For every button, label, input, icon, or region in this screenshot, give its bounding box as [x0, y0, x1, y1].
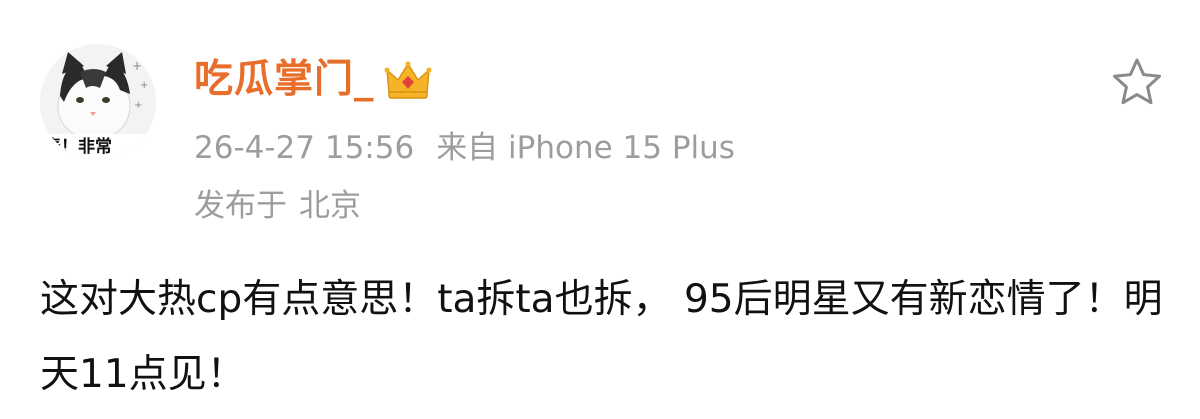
avatar[interactable]: + + + 表！非常 — [40, 44, 156, 160]
weibo-post: + + + 表！非常 吃瓜掌门_ 26-4-27 15:56 来自 iPhone … — [0, 0, 1200, 419]
star-icon[interactable] — [1110, 56, 1164, 108]
svg-text:+: + — [134, 100, 142, 111]
location-prefix: 发布于 — [194, 188, 287, 224]
post-meta: 26-4-27 15:56 来自 iPhone 15 Plus — [194, 128, 735, 168]
svg-text:+: + — [140, 80, 148, 91]
post-timestamp: 26-4-27 15:56 — [194, 130, 415, 166]
post-source: 来自 iPhone 15 Plus — [436, 130, 735, 166]
post-location: 发布于 北京 — [194, 186, 361, 226]
avatar-caption: 表！非常 — [44, 137, 112, 157]
svg-text:+: + — [132, 59, 142, 73]
location-name: 北京 — [299, 188, 361, 224]
username[interactable]: 吃瓜掌门_ — [194, 52, 375, 108]
post-content: 这对大热cp有点意思！ta拆ta也拆， 95后明星又有新恋情了！明天11点见！ — [40, 277, 1163, 397]
crown-icon — [383, 58, 433, 102]
username-row: 吃瓜掌门_ — [194, 52, 433, 108]
